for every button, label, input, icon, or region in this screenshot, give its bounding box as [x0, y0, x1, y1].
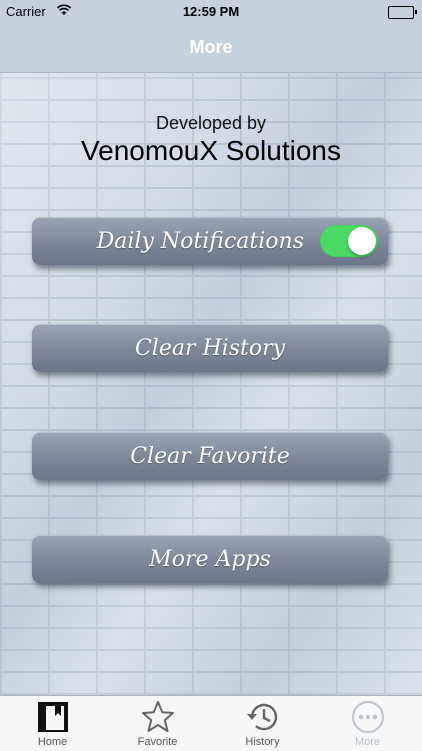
status-bar: Carrier 12:59 PM — [0, 0, 422, 22]
star-icon — [141, 700, 175, 734]
tab-history[interactable]: History — [210, 696, 315, 751]
developed-by-label: Developed by — [155, 113, 267, 133]
company-name: VenomouX Solutions — [81, 135, 341, 166]
more-apps-button[interactable]: More Apps — [32, 535, 388, 583]
tab-history-label: History — [245, 736, 280, 748]
daily-notifications-row: Daily Notifications — [32, 217, 388, 265]
tab-home-label: Home — [37, 736, 68, 748]
clear-favorite-label: Clear Favorite — [130, 443, 290, 469]
clock: 12:59 PM — [182, 4, 240, 19]
tab-more[interactable]: More — [315, 696, 420, 751]
tab-favorite-label: Favorite — [137, 736, 178, 748]
book-icon — [36, 700, 70, 734]
daily-notifications-label: Daily Notifications — [96, 228, 304, 254]
more-apps-label: More Apps — [149, 546, 271, 572]
main-content: Developed by VenomouX Solutions Daily No… — [0, 73, 422, 695]
more-icon — [351, 700, 385, 734]
clear-history-button[interactable]: Clear History — [32, 324, 388, 372]
battery-icon — [388, 6, 417, 19]
tab-favorite[interactable]: Favorite — [105, 696, 210, 751]
clear-favorite-button[interactable]: Clear Favorite — [32, 432, 388, 480]
navigation-bar: More — [0, 22, 422, 73]
tab-bar: Home Favorite History More — [0, 695, 422, 751]
daily-notifications-toggle[interactable] — [320, 225, 378, 257]
tab-more-label: More — [354, 736, 381, 748]
history-icon — [246, 700, 280, 734]
page-title: More — [189, 37, 233, 57]
clear-history-label: Clear History — [134, 335, 286, 361]
tab-home[interactable]: Home — [0, 696, 105, 751]
